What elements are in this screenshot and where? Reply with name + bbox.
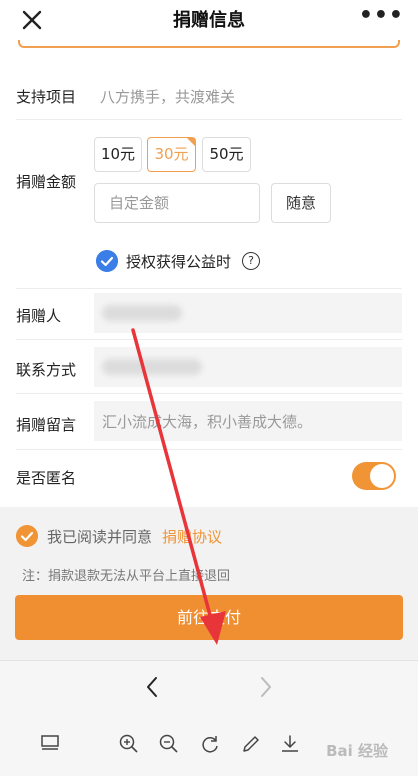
zoom-out-icon[interactable] [158,733,180,755]
agreement-text: 我已阅读并同意 [47,528,153,546]
authorize-label: 授权获得公益时 [126,253,232,271]
donor-input[interactable] [94,293,402,333]
watermark: Bai 经验 [326,742,388,760]
blurred-value [102,359,202,375]
previous-card-edge [18,40,400,48]
anonymous-label: 是否匿名 [16,469,77,487]
pay-button[interactable]: 前往支付 [15,595,403,640]
forward-icon[interactable] [255,675,275,699]
toggle-knob [370,464,394,488]
page-title: 捐赠信息 [173,10,245,31]
divider [16,288,402,289]
divider [16,393,402,394]
message-input[interactable]: 汇小流成大海，积小善成大德。 [94,401,402,441]
amount-option-30[interactable]: 30元 [147,137,196,172]
edit-icon[interactable] [240,733,262,755]
divider [16,449,402,450]
contact-label: 联系方式 [16,361,77,379]
zoom-in-icon[interactable] [118,733,140,755]
agreement-link[interactable]: 捐赠协议 [162,526,222,547]
contact-input[interactable] [94,347,402,387]
amount-option-50[interactable]: 50元 [202,137,251,172]
refresh-icon[interactable] [199,733,221,755]
random-amount-button[interactable]: 随意 [271,183,331,223]
help-icon[interactable]: ? [242,252,260,270]
anonymous-toggle[interactable] [352,462,396,490]
donor-label: 捐赠人 [16,307,62,325]
tabs-icon[interactable] [40,733,60,753]
message-label: 捐赠留言 [16,416,77,434]
download-icon[interactable] [279,733,301,755]
refund-note: 注：捐款退款无法从平台上直接退回 [22,569,231,584]
divider [16,119,402,120]
project-value: 八方携手，共渡难关 [100,88,236,106]
checkbox-checked-icon[interactable] [96,250,118,272]
more-icon[interactable]: ••• [359,3,404,28]
agree-checkbox-icon[interactable] [16,525,38,547]
project-label: 支持项目 [16,88,77,106]
amount-option-10[interactable]: 10元 [94,137,142,172]
divider [16,339,402,340]
custom-amount-input[interactable]: 自定金额 [94,183,260,223]
message-placeholder: 汇小流成大海，积小善成大德。 [102,413,313,431]
blurred-value [102,305,182,321]
back-icon[interactable] [143,675,163,699]
top-bar: 捐赠信息 ••• [0,0,418,40]
amount-label: 捐赠金额 [16,173,77,191]
